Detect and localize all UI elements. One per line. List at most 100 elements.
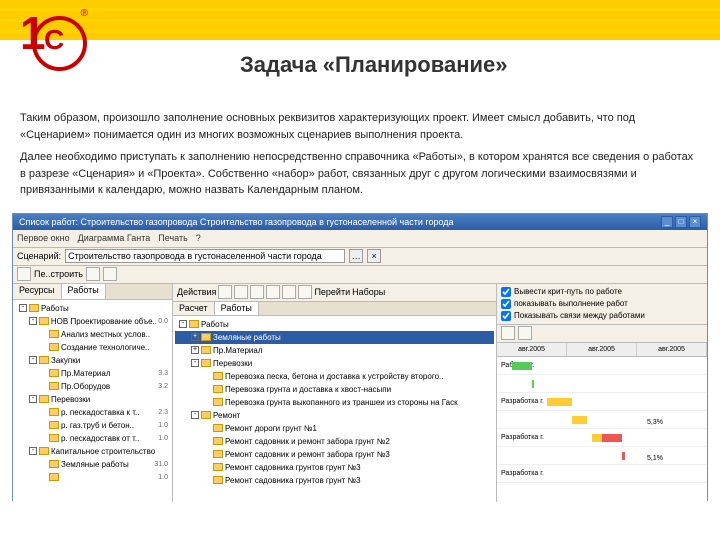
gantt-row: Разработка г. bbox=[497, 429, 707, 447]
tree-row[interactable]: Создание технологиче.. bbox=[15, 341, 170, 354]
check-option[interactable]: показывать выполнение работ bbox=[501, 298, 703, 310]
gantt-bar[interactable] bbox=[547, 398, 572, 406]
tree-label: Работы bbox=[41, 302, 69, 315]
toggle-icon[interactable]: - bbox=[29, 447, 37, 455]
scenario-label: Сценарий: bbox=[17, 251, 61, 261]
tree-row[interactable]: р. пескадоставка к т..2.3 bbox=[15, 406, 170, 419]
toggle-icon[interactable]: + bbox=[191, 346, 199, 354]
tab-resources[interactable]: Ресурсы bbox=[13, 284, 62, 299]
tree-row[interactable]: -Закупки bbox=[15, 354, 170, 367]
mid-tree-row[interactable]: -Работы bbox=[175, 318, 494, 331]
mid-tree-row[interactable]: -Перевозки bbox=[175, 357, 494, 370]
tree-label: р. газ.труб и бетон.. bbox=[61, 419, 134, 432]
menu-print[interactable]: Печать bbox=[158, 233, 187, 243]
gantt-row: 5,1% bbox=[497, 447, 707, 465]
tree-row[interactable]: р. пескадоставк от т..1.0 bbox=[15, 432, 170, 445]
toggle-icon[interactable]: - bbox=[29, 356, 37, 364]
mid-icon[interactable] bbox=[282, 285, 296, 299]
folder-icon bbox=[49, 460, 59, 468]
mid-tree-row[interactable]: Ремонт садовник и ремонт забора грунт №3 bbox=[175, 448, 494, 461]
tree-row[interactable]: - Капитальное строительство bbox=[15, 445, 170, 458]
mid-tree-row[interactable]: Перевозка грунта и доставка к хвост-насы… bbox=[175, 383, 494, 396]
minimize-button[interactable]: _ bbox=[661, 216, 673, 228]
tool-refresh[interactable]: Пе..строить bbox=[34, 269, 83, 279]
gantt-row: Разработка г. bbox=[497, 465, 707, 483]
mid-tree-row[interactable]: +Земляные работы bbox=[175, 331, 494, 344]
mid-icon[interactable] bbox=[266, 285, 280, 299]
gantt-bar[interactable] bbox=[572, 416, 587, 424]
folder-icon bbox=[201, 346, 211, 354]
gantt-row: Работа пт. bbox=[497, 357, 707, 375]
folder-icon bbox=[39, 447, 49, 455]
mid-tab-calc[interactable]: Расчет bbox=[173, 302, 215, 315]
mid-tree-row[interactable]: Перевозка грунта выкопанного из траншеи … bbox=[175, 396, 494, 409]
tree-row[interactable]: -НОВ Проектирование объе..0.0 bbox=[15, 315, 170, 328]
mid-tree-row[interactable]: Ремонт садовник и ремонт забора грунт №2 bbox=[175, 435, 494, 448]
tree-row[interactable]: Пр.Оборудов3.2 bbox=[15, 380, 170, 393]
menu-help[interactable]: ? bbox=[196, 233, 201, 243]
mid-tree-label: Ремонт садовник и ремонт забора грунт №2 bbox=[225, 435, 390, 448]
maximize-button[interactable]: □ bbox=[675, 216, 687, 228]
para-1: Таким образом, произошло заполнение осно… bbox=[20, 110, 700, 143]
mid-icon[interactable] bbox=[218, 285, 232, 299]
toggle-icon[interactable]: - bbox=[191, 411, 199, 419]
mid-nabor[interactable]: Наборы bbox=[352, 287, 385, 297]
scenario-input[interactable] bbox=[65, 249, 345, 263]
tree-row[interactable]: 1.0 bbox=[15, 471, 170, 484]
close-button[interactable]: × bbox=[689, 216, 701, 228]
gantt-tool-icon[interactable] bbox=[518, 326, 532, 340]
mid-icon[interactable] bbox=[250, 285, 264, 299]
mid-tree-row[interactable]: -Ремонт bbox=[175, 409, 494, 422]
gantt-bar[interactable] bbox=[622, 452, 625, 460]
tree-label: Земляные работы bbox=[61, 458, 129, 471]
toggle-icon[interactable]: - bbox=[19, 304, 27, 312]
toggle-icon[interactable]: - bbox=[29, 317, 37, 325]
mid-tree-row[interactable]: Ремонт дороги грунт №1 bbox=[175, 422, 494, 435]
mid-icon[interactable] bbox=[234, 285, 248, 299]
toggle-icon[interactable]: - bbox=[29, 395, 37, 403]
tree-row[interactable]: Пр.Материал3.3 bbox=[15, 367, 170, 380]
toggle-icon[interactable]: + bbox=[191, 333, 199, 341]
mid-actions[interactable]: Действия bbox=[177, 287, 216, 297]
gantt-bar[interactable] bbox=[512, 362, 532, 370]
tab-works[interactable]: Работы bbox=[62, 284, 106, 299]
tool-icon[interactable] bbox=[103, 267, 117, 281]
tree-row[interactable]: - Перевозки bbox=[15, 393, 170, 406]
gantt-bar[interactable] bbox=[592, 434, 602, 442]
folder-icon bbox=[49, 382, 59, 390]
folder-icon bbox=[29, 304, 39, 312]
tree-label: Капитальное строительство bbox=[51, 445, 155, 458]
menu-gantt[interactable]: Диаграмма Ганта bbox=[78, 233, 151, 243]
check-option[interactable]: Показывать связи между работами bbox=[501, 310, 703, 322]
mid-tab-works[interactable]: Работы bbox=[215, 302, 259, 315]
toggle-icon[interactable]: - bbox=[179, 320, 187, 328]
checkbox[interactable] bbox=[501, 287, 511, 297]
gantt-tool-icon[interactable] bbox=[501, 326, 515, 340]
mid-icon[interactable] bbox=[298, 285, 312, 299]
folder-icon bbox=[49, 434, 59, 442]
menu-firstwin[interactable]: Первое окно bbox=[17, 233, 70, 243]
scenario-bar: Сценарий: … × bbox=[13, 248, 707, 266]
tree-row[interactable]: Анализ местных услов.. bbox=[15, 328, 170, 341]
check-option[interactable]: Вывести крит-путь по работе bbox=[501, 286, 703, 298]
folder-icon bbox=[213, 463, 223, 471]
scenario-x-button[interactable]: × bbox=[367, 249, 381, 263]
checkbox[interactable] bbox=[501, 299, 511, 309]
mid-tree-row[interactable]: Перевозка песка, бетона и доставка к уст… bbox=[175, 370, 494, 383]
tree-label: Перевозки bbox=[51, 393, 90, 406]
mid-goto[interactable]: Перейти bbox=[314, 287, 350, 297]
mid-tree-row[interactable]: Ремонт садовника грунтов грунт №3 bbox=[175, 474, 494, 487]
tool-icon[interactable] bbox=[86, 267, 100, 281]
tree-row[interactable]: Земляные работы31.0 bbox=[15, 458, 170, 471]
tree-row[interactable]: р. газ.труб и бетон..1.0 bbox=[15, 419, 170, 432]
mid-tree-label: Ремонт садовник и ремонт забора грунт №3 bbox=[225, 448, 390, 461]
mid-tree-row[interactable]: +Пр.Материал bbox=[175, 344, 494, 357]
toggle-icon[interactable]: - bbox=[191, 359, 199, 367]
scenario-dots-button[interactable]: … bbox=[349, 249, 363, 263]
gantt-bar[interactable] bbox=[532, 380, 534, 388]
tool-icon[interactable] bbox=[17, 267, 31, 281]
tree-row[interactable]: - Работы bbox=[15, 302, 170, 315]
gantt-bar[interactable] bbox=[602, 434, 622, 442]
checkbox[interactable] bbox=[501, 311, 511, 321]
mid-tree-row[interactable]: Ремонт садовника грунтов грунт №3 bbox=[175, 461, 494, 474]
